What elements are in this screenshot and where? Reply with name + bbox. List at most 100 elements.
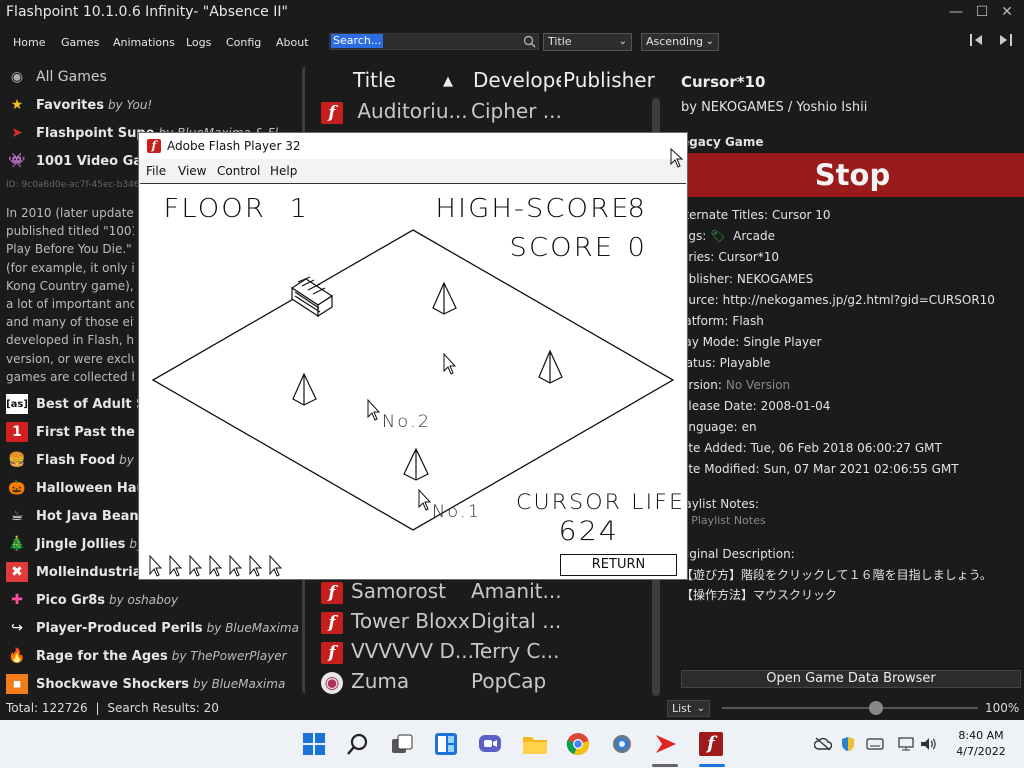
clock-date[interactable]: 4/7/2022 xyxy=(946,745,1016,758)
playlist-name: Pico Gr8s xyxy=(36,592,106,608)
list-item[interactable]: f Tower Bloxx Digital ... xyxy=(321,609,561,637)
search-icon[interactable] xyxy=(523,35,536,48)
detail-label: ate Added: xyxy=(681,441,747,456)
playlist-name: Jingle Jollies xyxy=(36,536,126,552)
flashpoint-logo-icon: ➤ xyxy=(11,125,23,141)
sidebar-playlist-item[interactable]: 🎃 Halloween Hau xyxy=(6,477,146,499)
column-publisher[interactable]: Publisher xyxy=(563,68,655,92)
sort-by-select[interactable]: Title ⌄ xyxy=(543,33,632,51)
burger-icon: 🍔 xyxy=(8,452,26,468)
maximize-icon[interactable]: ☐ xyxy=(972,3,992,21)
menu-animations[interactable]: Animations xyxy=(113,36,175,49)
detail-value: No Version xyxy=(725,377,791,392)
description-line: Play Before You Die." W xyxy=(6,242,134,257)
playlist-name: Shockwave Shockers xyxy=(36,676,190,692)
menu-config[interactable]: Config xyxy=(226,36,261,49)
detail-field: elease Date: 2008-01-04 xyxy=(681,399,830,413)
view-mode-select[interactable]: List ⌄ xyxy=(667,700,710,717)
flash-player-taskbar-icon[interactable]: f xyxy=(699,732,723,756)
detail-label: latform: xyxy=(681,314,729,328)
zoom-slider-thumb[interactable] xyxy=(868,701,883,715)
search-placeholder: Search... xyxy=(331,34,384,48)
star-icon: ★ xyxy=(10,97,24,113)
sidebar-playlist-item[interactable]: 🍔 Flash Food by Th xyxy=(6,449,152,471)
sidebar-playlist-item[interactable]: 1 First Past the Po xyxy=(6,421,158,443)
collapse-left-icon[interactable] xyxy=(968,32,988,48)
flash-menu-file[interactable]: File xyxy=(146,164,166,178)
view-mode-value: List xyxy=(672,702,692,715)
ghost-cursor-icon xyxy=(418,488,432,511)
fire-icon: 🔥 xyxy=(8,648,26,664)
flash-menu-view[interactable]: View xyxy=(178,164,206,178)
sidebar-playlist-item[interactable]: ◼ Shockwave Shockers by BlueMaxima xyxy=(6,673,285,695)
chat-icon[interactable] xyxy=(478,732,502,756)
list-item[interactable]: f VVVVVV D... Terry C... xyxy=(321,639,559,667)
menu-logs[interactable]: Logs xyxy=(186,36,211,49)
cloud-offline-icon[interactable] xyxy=(814,737,832,751)
settings-icon[interactable] xyxy=(610,732,634,756)
game-canvas[interactable]: FLOOR 1 HIGH-SCORE 8 SCORE 0 No.2 No.1 C… xyxy=(140,183,686,579)
file-explorer-icon[interactable] xyxy=(522,732,548,756)
close-icon[interactable]: ✕ xyxy=(997,3,1017,21)
network-icon[interactable] xyxy=(898,737,914,751)
chrome-icon[interactable] xyxy=(566,732,590,756)
pyramid-icon xyxy=(292,372,317,406)
detail-label: ate Modified: xyxy=(681,462,760,477)
minimize-icon[interactable]: — xyxy=(946,3,966,21)
sidebar-playlist-item[interactable]: ☕ Hot Java Beans xyxy=(6,505,147,527)
list-item[interactable]: f Auditoriu... Cipher ... xyxy=(321,99,562,127)
task-view-icon[interactable] xyxy=(390,733,414,757)
start-icon[interactable] xyxy=(302,732,326,756)
detail-field: ource: http://nekogames.jp/g2.html?gid=CU… xyxy=(681,293,995,307)
cursor-life-value: 624 xyxy=(558,516,619,547)
sidebar-playlist-item[interactable]: ★ Favorites by You! xyxy=(6,94,153,116)
widgets-icon[interactable] xyxy=(434,732,458,756)
sidebar-playlist-item[interactable]: ↪ Player-Produced Perils by BlueMaxima xyxy=(6,617,299,639)
stop-button[interactable]: Stop xyxy=(681,153,1024,197)
menu-about[interactable]: About xyxy=(276,36,309,49)
detail-value[interactable]: Arcade xyxy=(733,229,775,243)
detail-value[interactable]: http://nekogames.jp/g2.html?gid=CURSOR10 xyxy=(723,293,995,307)
keyboard-icon[interactable] xyxy=(866,738,884,750)
search-icon[interactable] xyxy=(346,732,370,756)
column-title[interactable]: Title xyxy=(353,68,396,92)
playlist-author: by BlueMaxima xyxy=(206,621,299,635)
collapse-right-icon[interactable] xyxy=(996,32,1016,48)
list-item[interactable]: ◉ Zuma PopCap xyxy=(321,669,546,697)
open-game-data-browser-button[interactable]: Open Game Data Browser xyxy=(681,670,1021,688)
sort-ascending-icon[interactable]: ▲ xyxy=(443,74,453,89)
sidebar-playlist-item[interactable]: 🎄 Jingle Jollies by xyxy=(6,533,144,555)
playlist-name: Flashpoint Supe xyxy=(36,125,155,141)
flashpoint-icon[interactable] xyxy=(654,732,678,756)
legacy-game-label: egacy Game xyxy=(681,135,764,149)
clock-time[interactable]: 8:40 AM xyxy=(946,729,1016,742)
menu-home[interactable]: Home xyxy=(13,36,45,49)
game-title: Samorost xyxy=(351,579,446,603)
sidebar-playlist-item[interactable]: ✚ Pico Gr8s by oshaboy xyxy=(6,589,178,611)
sidebar-item-all-games[interactable]: ◉ All Games xyxy=(6,66,107,88)
sidebar-playlist-item[interactable]: ✖ Molleindustria' xyxy=(6,561,145,583)
mouse-pointer-icon xyxy=(670,148,684,168)
sidebar-playlist-item[interactable]: 🔥 Rage for the Ages by ThePowerPlayer xyxy=(6,645,286,667)
detail-value: Playable xyxy=(719,356,771,371)
menu-games[interactable]: Games xyxy=(61,36,99,49)
sort-order-select[interactable]: Ascending ⌄ xyxy=(641,33,719,51)
sidebar-playlist-item[interactable]: 👾 1001 Video Gar xyxy=(6,150,148,172)
zuma-icon: ◉ xyxy=(321,671,343,694)
game-title: VVVVVV D... xyxy=(351,639,474,663)
column-developer[interactable]: Develope xyxy=(473,68,561,92)
list-item[interactable]: f Samorost Amanit... xyxy=(321,579,562,607)
return-button[interactable]: RETURN xyxy=(560,554,677,576)
zoom-slider-track[interactable] xyxy=(722,707,978,709)
detail-label: ublisher: xyxy=(681,271,733,286)
zoom-level: 100% xyxy=(985,701,1020,715)
sidebar-item-label: All Games xyxy=(36,69,107,85)
security-shield-icon[interactable] xyxy=(840,736,856,752)
volume-icon[interactable] xyxy=(920,737,938,751)
detail-field: ags: 🏷 Arcade xyxy=(681,229,775,243)
flash-menu-help[interactable]: Help xyxy=(270,164,297,178)
sidebar-playlist-item[interactable]: [as] Best of Adult Sw xyxy=(6,393,158,415)
description-line: games are collected he xyxy=(6,369,134,384)
flash-icon: f xyxy=(321,101,343,124)
flash-menu-control[interactable]: Control xyxy=(217,164,260,178)
